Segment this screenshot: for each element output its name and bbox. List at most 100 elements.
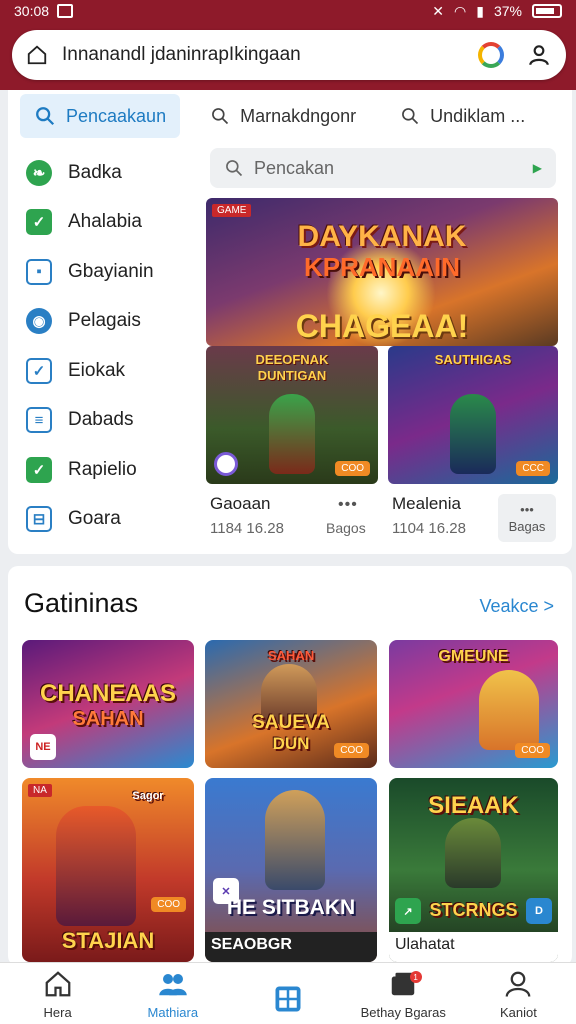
character-figure [450, 394, 496, 474]
nav-label: Mathiara [147, 1005, 199, 1020]
game-chip: COO [334, 743, 369, 758]
nav-label: Hera [43, 1005, 72, 1020]
nav-account[interactable]: Kaniot [461, 963, 576, 1024]
featured-badge: GAME [212, 204, 252, 217]
sidebar-item-label: Goara [68, 508, 121, 530]
list-icon: ≡ [26, 407, 52, 434]
grid-icon [275, 986, 301, 1012]
game-top-text: SAHAN [267, 648, 315, 663]
more-icon: ••• [520, 502, 534, 517]
people-icon [159, 974, 187, 996]
game-title: SIEAAK [428, 792, 519, 819]
thumb-time: 1104 16.28 [392, 520, 466, 537]
sidebar-item-label: Dabads [68, 409, 134, 431]
sidebar-item-goara[interactable]: ⊟ Goara [26, 495, 196, 545]
check-box-icon: ✓ [26, 357, 52, 384]
leaf-icon: ❧ [26, 159, 52, 186]
search-icon [402, 108, 419, 125]
check-icon: ✓ [26, 456, 52, 483]
info-icon: D [526, 898, 552, 924]
status-right: ✕ ◠ ▮ 37% [432, 3, 562, 20]
character-figure [445, 818, 501, 888]
game-title: CHANEAAS [39, 680, 176, 707]
game-thumb-1[interactable]: DEEOFNAK DUNTIGAN COO [206, 346, 378, 484]
character-figure [269, 394, 315, 474]
sidebar-item-pelagais[interactable]: ◉ Pelagais [26, 297, 196, 347]
status-time: 30:08 [14, 3, 50, 19]
game-tag: NE [30, 734, 56, 760]
nav-library[interactable]: 1 Bethay Bgaras [346, 963, 461, 1024]
thumb-time: 1184 16.28 [210, 520, 284, 537]
thumb-chip: CCC [516, 461, 550, 476]
tab-undiklam[interactable]: Undiklam ... [386, 94, 539, 138]
game-chip: COO [151, 897, 186, 912]
person-icon [506, 971, 531, 997]
thumb-subtitle: DUNTIGAN [257, 368, 327, 383]
sidebar-item-label: Badka [68, 161, 122, 183]
sidebar-item-rapielio[interactable]: ✓ Rapielio [26, 445, 196, 495]
tab-marnakdngonr[interactable]: Marnakdngonr [196, 94, 370, 138]
sidebar-item-label: Rapielio [68, 458, 137, 480]
character-figure [56, 806, 136, 926]
more-label: Bagas [508, 519, 546, 534]
tab-label: Undiklam ... [430, 105, 526, 126]
sidebar-item-ahalabia[interactable]: ✓ Ahalabia [26, 198, 196, 248]
play-arrow-icon[interactable]: ▶ [533, 161, 542, 175]
sidebar-item-badka[interactable]: ❧ Badka [26, 148, 196, 198]
bottom-nav: Hera Mathiara 1 Bethay Bgaras Kaniot [0, 962, 576, 1024]
tab-pencaakaun[interactable]: Pencaakaun [20, 94, 181, 138]
game-title: HE SITBAKN [226, 896, 356, 919]
game-card[interactable]: CHANEAAS SAHAN NE [22, 640, 194, 768]
sidebar-item-eiokak[interactable]: ✓ Eiokak [26, 346, 196, 396]
thumb-name: Gaoaan [210, 494, 271, 513]
game-title: SAUEVA [252, 712, 330, 733]
account-icon[interactable] [526, 42, 552, 68]
thumb-name: Mealenia [392, 494, 461, 513]
thumb-side-label: Bagos [326, 520, 366, 536]
featured-banner[interactable]: GAME DAYKANAK KPRANAAIN CHAGEAA! [206, 198, 558, 346]
nav-grid[interactable] [230, 963, 345, 1024]
game-card[interactable]: ✕ HE SITBAKN SEAOBGR [205, 778, 377, 962]
nav-home[interactable]: Hera [0, 963, 115, 1024]
google-icon[interactable] [478, 42, 504, 68]
view-all-link[interactable]: Veakce > [479, 596, 554, 617]
game-card[interactable]: SIEAAK STCRNGS ↗ D Ulahatat [389, 778, 558, 962]
thumb-chip: COO [335, 461, 370, 476]
app-header: Innanandl jdaninrapIkingaan [0, 22, 576, 90]
battery-icon [532, 4, 562, 18]
nav-community[interactable]: Mathiara [115, 963, 230, 1024]
nav-label: Bethay Bgaras [360, 1005, 446, 1020]
home-icon[interactable] [26, 44, 48, 66]
sidebar-item-gbayianin[interactable]: ▪ Gbayianin [26, 247, 196, 297]
games-section: Gatininas Veakce > CHANEAAS SAHAN NE SAH… [8, 566, 572, 966]
game-subtitle: SAHAN [72, 708, 144, 730]
status-bar: 30:08 ✕ ◠ ▮ 37% [0, 0, 576, 22]
featured-title: DAYKANAK [297, 220, 467, 253]
search-icon [36, 107, 55, 126]
game-card[interactable]: GMEUNE COO [389, 640, 558, 768]
eye-icon: ◉ [26, 308, 52, 335]
search-field[interactable]: Pencakan ▶ [210, 148, 556, 188]
search-placeholder: Pencakan [254, 157, 335, 178]
sidebar-item-dabads[interactable]: ≡ Dabads [26, 396, 196, 446]
category-sidebar: ❧ Badka ✓ Ahalabia ▪ Gbayianin ◉ Pelagai… [26, 148, 196, 544]
more-icon[interactable]: ••• [338, 496, 358, 514]
app-logo-icon [214, 452, 238, 476]
url-bar[interactable]: Innanandl jdaninrapIkingaan [12, 30, 566, 80]
tab-bar: Pencaakaun Marnakdngonr Undiklam ... [20, 94, 539, 138]
sidebar-item-label: Eiokak [68, 359, 126, 381]
url-text[interactable]: Innanandl jdaninrapIkingaan [62, 44, 478, 66]
game-chip: COO [515, 743, 550, 758]
character-figure [265, 790, 325, 890]
more-button[interactable]: ••• Bagas [498, 494, 556, 542]
character-figure [479, 670, 539, 750]
game-title: STAJIAN [61, 928, 155, 953]
game-card[interactable]: SAHAN SAUEVA DUN COO [205, 640, 377, 768]
game-card[interactable]: NA Sagor STAJIAN COO [22, 778, 194, 962]
featured-tagline: CHAGEAA! [295, 308, 469, 344]
battery-percent: 37% [493, 3, 522, 19]
game-thumb-2[interactable]: SAUTHIGAS CCC [388, 346, 558, 484]
nav-label: Kaniot [499, 1005, 537, 1020]
sidebar-item-label: Ahalabia [68, 211, 142, 233]
play-icon: ↗ [395, 898, 421, 924]
